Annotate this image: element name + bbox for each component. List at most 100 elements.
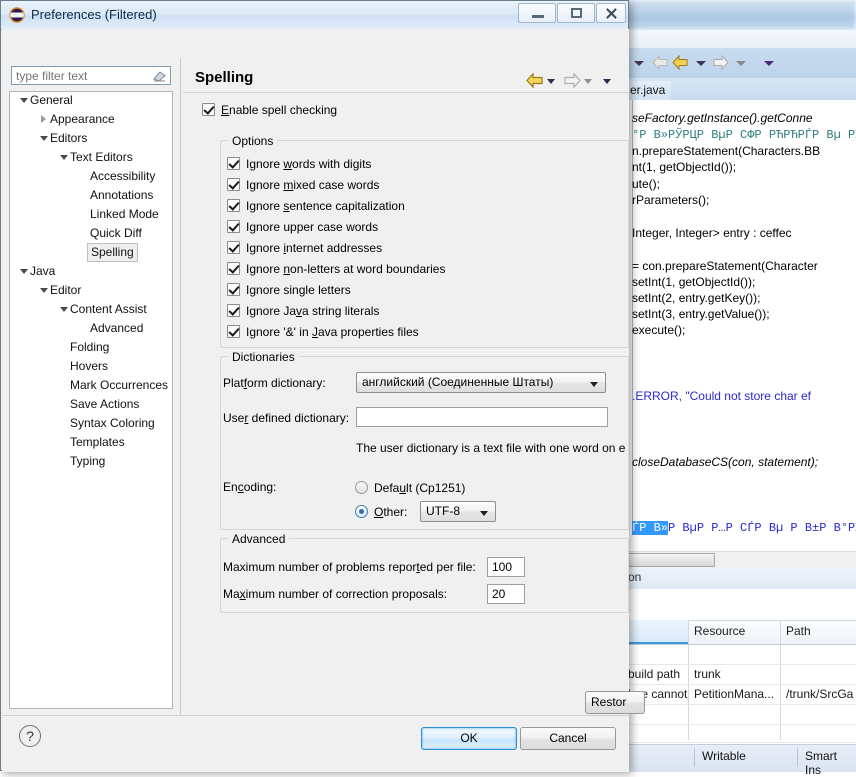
help-button[interactable]: ? (19, 725, 41, 747)
ide-toolbar[interactable] (626, 48, 856, 79)
twisty-editor-icon[interactable] (39, 281, 48, 300)
encoding-default-radio[interactable] (355, 481, 368, 494)
sidebar-item-accessibility[interactable]: Accessibility (90, 167, 155, 186)
encoding-combo[interactable]: UTF-8 (420, 501, 496, 522)
back-arrow-disabled-icon (652, 55, 668, 70)
toolbar-menu-caret-icon[interactable] (634, 61, 644, 66)
back-history-caret-icon[interactable] (696, 61, 706, 66)
sidebar-item-content-assist[interactable]: Content Assist (70, 300, 147, 319)
sidebar-item-mark-occurrences[interactable]: Mark Occurrences (70, 376, 168, 395)
checkbox[interactable] (227, 283, 240, 296)
option-ignore-internet-addresses[interactable]: Ignore internet addresses (227, 239, 382, 257)
label-post: orm dictionary: (247, 376, 326, 390)
cancel-button[interactable]: Cancel (520, 727, 616, 750)
sidebar-item-annotations[interactable]: Annotations (90, 186, 153, 205)
sidebar-item-typing[interactable]: Typing (70, 452, 105, 471)
option-ignore-upper-case-words[interactable]: Ignore upper case words (227, 218, 378, 236)
table-row-divider (626, 664, 856, 665)
sidebar-item-folding[interactable]: Folding (70, 338, 109, 357)
problems-row-path[interactable]: /trunk/SrcGa (786, 687, 853, 701)
enable-spell-checking-row[interactable]: Enable spell checking (202, 101, 337, 119)
option-ignore-single-letters[interactable]: Ignore single letters (227, 281, 351, 299)
encoding-other-row[interactable]: Other: (355, 503, 407, 521)
sidebar-item-editors[interactable]: Editors (50, 129, 87, 148)
sidebar-item-spelling[interactable]: Spelling (87, 243, 138, 262)
twisty-text-editors-icon[interactable] (59, 148, 68, 167)
twisty-content-assist-icon[interactable] (59, 300, 68, 319)
back-arrow-icon[interactable] (672, 55, 689, 70)
problems-view[interactable] (626, 567, 856, 747)
twisty-appearance-icon[interactable] (39, 110, 48, 129)
filter-input-wrapper[interactable] (11, 66, 171, 85)
enable-spell-checking-checkbox[interactable] (202, 103, 215, 116)
encoding-default-row[interactable]: Default (Cp1251) (355, 479, 465, 497)
restore-defaults-button[interactable]: Restor (585, 691, 645, 714)
sidebar-item-save-actions[interactable]: Save Actions (70, 395, 139, 414)
page-back-arrow-icon[interactable] (526, 73, 544, 88)
twisty-editors-icon[interactable] (39, 129, 48, 148)
user-dictionary-input[interactable] (356, 407, 608, 427)
twisty-general-icon[interactable] (19, 91, 28, 110)
sidebar-item-quick-diff[interactable]: Quick Diff (90, 224, 142, 243)
problems-column-path-header[interactable]: Path (786, 624, 811, 638)
page-back-menu-caret-icon[interactable] (547, 79, 555, 84)
sidebar-item-templates[interactable]: Templates (70, 433, 125, 452)
sidebar-item-text-editors[interactable]: Text Editors (70, 148, 133, 167)
sidebar-item-advanced[interactable]: Advanced (90, 319, 143, 338)
checkbox[interactable] (227, 304, 240, 317)
encoding-other-radio[interactable] (355, 505, 368, 518)
sidebar-item-appearance[interactable]: Appearance (50, 110, 115, 129)
sidebar-item-editor[interactable]: Editor (50, 281, 81, 300)
forward-history-caret-icon[interactable] (736, 61, 746, 66)
problems-row-description[interactable]: build path (628, 667, 680, 681)
sidebar-item-hovers[interactable]: Hovers (70, 357, 108, 376)
maximize-button[interactable] (557, 3, 595, 23)
checkbox[interactable] (227, 241, 240, 254)
table-row-divider (626, 724, 856, 725)
problems-view-tab-label[interactable]: on (628, 570, 641, 584)
problems-row-resource[interactable]: PetitionMana... (694, 687, 774, 701)
filter-input[interactable] (12, 67, 148, 84)
checkbox[interactable] (227, 178, 240, 191)
option-ignore-java-string-literals[interactable]: Ignore Java string literals (227, 302, 379, 320)
editor-tab[interactable]: er.java (626, 81, 672, 102)
problems-column-resource-header[interactable]: Resource (694, 624, 745, 638)
checkbox[interactable] (227, 262, 240, 275)
editor-scrollbar-thumb[interactable] (628, 553, 715, 567)
sidebar-item-java[interactable]: Java (30, 262, 55, 281)
max-problems-input[interactable]: 100 (487, 557, 525, 577)
sidebar-item-linked-mode[interactable]: Linked Mode (90, 205, 159, 224)
checkbox[interactable] (227, 325, 240, 338)
option-ignore-ampersand-in-java-properties-files[interactable]: Ignore '&' in Java properties files (227, 323, 419, 341)
option-ignore-non-letters-at-word-boundaries[interactable]: Ignore non-letters at word boundaries (227, 260, 445, 278)
code-text: Integer, Integer> entry : ceffec (632, 226, 792, 240)
page-forward-menu-caret-icon[interactable] (584, 79, 592, 84)
option-ignore-sentence-capitalization[interactable]: Ignore sentence capitalization (227, 197, 405, 215)
max-proposals-input[interactable]: 20 (487, 584, 525, 604)
checkbox[interactable] (227, 157, 240, 170)
platform-dictionary-combo[interactable]: английский (Соединенные Штаты) (356, 372, 606, 393)
close-button[interactable] (596, 3, 626, 23)
checkbox[interactable] (227, 220, 240, 233)
page-view-menu-caret-icon[interactable] (603, 79, 611, 84)
eraser-icon[interactable] (153, 70, 166, 82)
ide-menubar[interactable] (626, 30, 856, 49)
twisty-java-icon[interactable] (19, 262, 28, 281)
sidebar-item-syntax-coloring[interactable]: Syntax Coloring (70, 414, 155, 433)
chevron-down-icon[interactable] (590, 382, 598, 387)
checkbox[interactable] (227, 199, 240, 212)
minimize-button[interactable] (518, 3, 556, 23)
ide-editor-tabstrip[interactable]: er.java (626, 78, 856, 102)
problems-column-description-header[interactable] (626, 620, 688, 644)
sidebar-item-general[interactable]: General (30, 91, 73, 110)
chevron-down-icon[interactable] (480, 511, 488, 516)
ok-button[interactable]: OK (421, 727, 517, 750)
toolbar-overflow-caret-icon[interactable] (764, 61, 774, 66)
option-ignore-mixed-case-words[interactable]: Ignore mixed case words (227, 176, 379, 194)
code-comment-mojibake: °Р В»РЎРЦР ВµР СФР РЋРЋРЃР Вµ РЎ (632, 128, 856, 142)
page-forward-arrow-icon[interactable] (563, 73, 581, 88)
option-ignore-words-with-digits[interactable]: Ignore words with digits (227, 155, 371, 173)
problems-row-resource[interactable]: trunk (694, 667, 721, 681)
problems-view-tabstrip[interactable] (626, 567, 856, 589)
forward-arrow-icon[interactable] (712, 55, 729, 70)
